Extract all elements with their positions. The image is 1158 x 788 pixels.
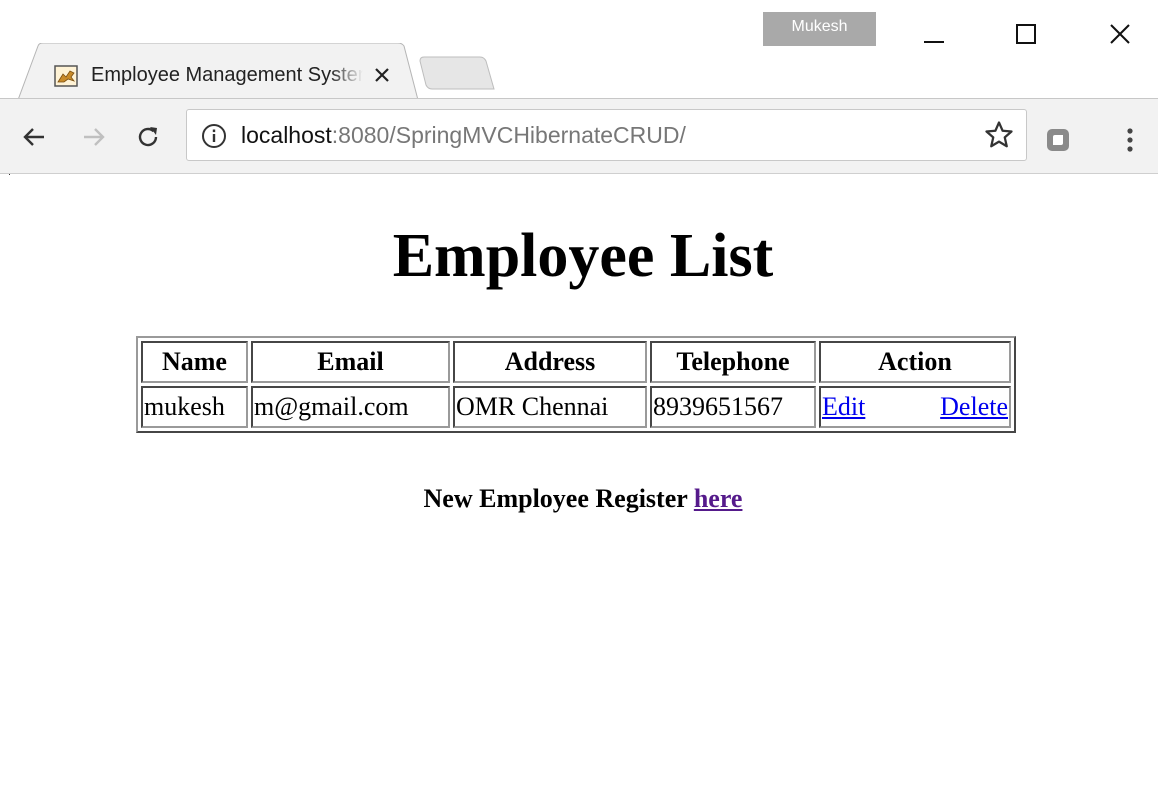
back-button[interactable] [16,119,52,155]
browser-toolbar: localhost:8080/SpringMVCHibernateCRUD/ [0,98,1158,174]
table-row: mukesh m@gmail.com OMR Chennai 893965156… [141,386,1011,428]
profile-badge[interactable]: Mukesh [763,12,876,46]
forward-icon [84,128,105,146]
forward-button[interactable] [76,119,112,155]
delete-link[interactable]: Delete [940,392,1008,422]
minimize-button[interactable] [910,14,958,54]
header-action: Action [819,341,1011,383]
header-telephone: Telephone [650,341,816,383]
url-host: localhost [241,122,332,148]
cell-action: Edit Delete [819,386,1011,428]
edit-link[interactable]: Edit [822,392,865,422]
tab-close-button[interactable] [370,63,394,87]
maximize-button[interactable] [1002,14,1050,54]
active-tab[interactable]: Employee Management System [18,43,418,100]
menu-icon[interactable] [1118,123,1142,157]
close-icon [1110,24,1130,44]
extension-icon[interactable] [1044,126,1072,154]
page-title: Employee List [392,222,774,290]
title-bar: Mukesh Employee Management System [0,0,1158,100]
header-email: Email [251,341,450,383]
cell-telephone: 8939651567 [650,386,816,428]
new-tab-button[interactable] [418,55,498,91]
page-content: Employee List Name Email Address Telepho… [0,175,1158,788]
tomcat-icon [54,65,78,87]
close-window-button[interactable] [1096,14,1144,54]
star-icon[interactable] [984,120,1014,150]
cell-name: mukesh [141,386,248,428]
register-text: New Employee Register [423,484,688,513]
reload-button[interactable] [130,119,166,155]
close-icon [375,68,389,82]
address-bar[interactable]: localhost:8080/SpringMVCHibernateCRUD/ [186,109,1027,161]
back-icon [23,128,44,146]
table-header-row: Name Email Address Telephone Action [141,341,1011,383]
register-here-link[interactable]: here [694,484,743,513]
tab-title: Employee Management System [91,64,363,86]
url-path: :8080/SpringMVCHibernateCRUD/ [331,122,686,148]
employee-table: Name Email Address Telephone Action muke… [136,336,1016,433]
cell-address: OMR Chennai [453,386,647,428]
header-name: Name [141,341,248,383]
register-line: New Employee Register here [0,482,1158,516]
reload-icon [138,127,158,147]
maximize-icon [1016,24,1036,44]
url-text: localhost:8080/SpringMVCHibernateCRUD/ [241,120,686,150]
info-icon [202,124,226,148]
minimize-icon [924,41,944,43]
header-address: Address [453,341,647,383]
cell-email: m@gmail.com [251,386,450,428]
